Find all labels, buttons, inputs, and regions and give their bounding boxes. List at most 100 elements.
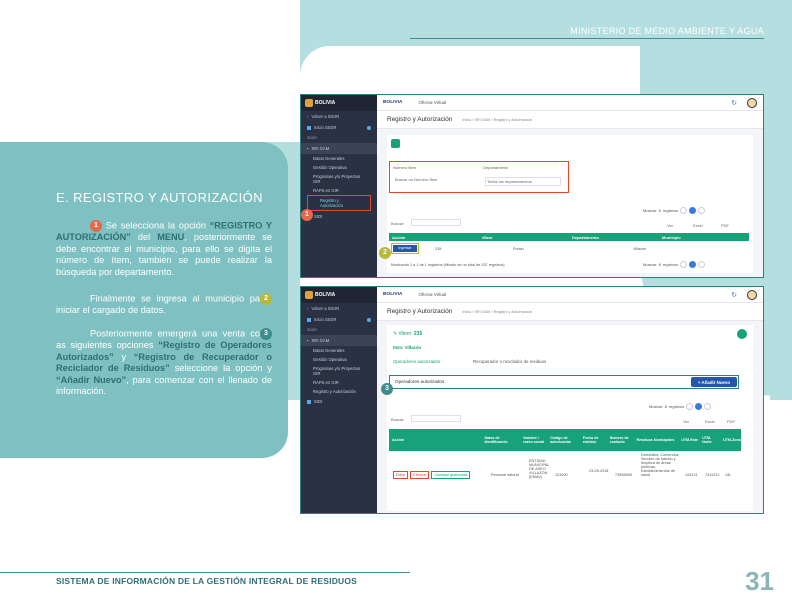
- breadcrumb: Inicio / SRI GAM / Registro y Autorizaci…: [462, 309, 533, 314]
- prev-page-button[interactable]: [680, 207, 688, 214]
- paragraph-3: Posteriormente emergerá una venta co 3 as…: [56, 328, 272, 396]
- section-title: E. REGISTRO Y AUTORIZACIÓN: [56, 190, 263, 205]
- row-actions: Editar Eliminar Cantidad gestionada: [393, 471, 471, 479]
- page-button[interactable]: [695, 403, 703, 410]
- search-label: Buscar:: [391, 221, 405, 226]
- avatar[interactable]: [747, 289, 757, 300]
- search-input[interactable]: [411, 219, 461, 226]
- sidebar-item-gestion[interactable]: Gestión Operativa: [301, 355, 377, 364]
- next-page-button[interactable]: [698, 207, 706, 214]
- page-size-control: Mostrar 8 registros: [649, 403, 712, 410]
- print-button[interactable]: [391, 139, 400, 148]
- sidebar-item-sri-gam[interactable]: ▪ SRI GAM: [301, 143, 377, 154]
- paragraph-1: 1 Se selecciona la opción “REGISTRO Y AU…: [56, 220, 272, 277]
- page-size-select[interactable]: 8: [665, 404, 667, 409]
- home-icon: [307, 317, 311, 322]
- search-label: Buscar:: [391, 417, 405, 422]
- page-title: Registro y Autorización: [387, 116, 453, 123]
- add-circle-icon[interactable]: [737, 329, 747, 339]
- table-header: Acción #Ítem Departamento Municipio: [389, 233, 749, 241]
- table-cell: Personal natural: [491, 473, 519, 477]
- quantity-button[interactable]: Cantidad gestionada: [431, 471, 471, 479]
- sidebar-item-programas[interactable]: Programas y/o Proyectos GIR: [301, 172, 377, 186]
- add-new-button[interactable]: + Añadir Nuevo: [691, 377, 737, 387]
- next-page-button[interactable]: [698, 261, 706, 268]
- page-size-select[interactable]: 8: [659, 208, 661, 213]
- view-button[interactable]: Ver: [667, 223, 673, 228]
- page-size-control: Mostrar 8 registros: [643, 261, 706, 268]
- edit-button[interactable]: Editar: [393, 471, 409, 479]
- item-name: Item: Villazón: [393, 345, 422, 350]
- status-dot: [367, 317, 371, 322]
- sidebar-item-home[interactable]: Inicio SIGIR: [301, 122, 377, 133]
- excel-button[interactable]: Excel: [705, 419, 715, 424]
- pdf-button[interactable]: PDF: [727, 419, 735, 424]
- chevron-left-icon: ‹: [307, 114, 309, 119]
- table-cell: 7411222: [705, 473, 720, 477]
- sidebar-item-back[interactable]: ‹ Volver a SIGIR: [301, 111, 377, 122]
- department-label: Departamento: [483, 165, 509, 170]
- next-page-button[interactable]: [704, 403, 712, 410]
- table-cell: 123200: [555, 473, 568, 477]
- page-button[interactable]: [689, 207, 697, 214]
- tab-operadores[interactable]: Operadores autorizados: [393, 359, 440, 364]
- excel-button[interactable]: Excel: [693, 223, 703, 228]
- folder-icon: ▪: [307, 338, 309, 343]
- page-size-select[interactable]: 8: [659, 262, 661, 267]
- refresh-icon[interactable]: ↻: [731, 291, 737, 299]
- brand-logo: BOLIVIA: [301, 95, 377, 111]
- prev-page-button[interactable]: [680, 261, 688, 268]
- view-button[interactable]: Ver: [683, 419, 689, 424]
- prev-page-button[interactable]: [686, 403, 694, 410]
- table-cell: 193121: [685, 473, 698, 477]
- item-number: ✎ #Ítem: 235: [393, 331, 423, 337]
- delete-button[interactable]: Eliminar: [410, 471, 430, 479]
- sidebar-item-datos[interactable]: Datos Generales: [301, 346, 377, 355]
- sidebar-item-raps[interactable]: RAPS en GIR: [301, 378, 377, 387]
- sidebar-section-label: SIGIR: [307, 136, 317, 140]
- page-number: 31: [745, 566, 774, 596]
- bolivia-flag-icon: [305, 291, 313, 299]
- marker-2: 2: [379, 247, 391, 259]
- sidebar-item-registro[interactable]: Registro y Autorización: [301, 387, 377, 396]
- sidebar-item-sri-gam[interactable]: ▪ SRI GAM: [301, 335, 377, 346]
- home-icon: [307, 399, 311, 404]
- page-button[interactable]: [689, 261, 697, 268]
- sidebar-item-sidi[interactable]: SIDI: [301, 396, 377, 407]
- table-cell: Domicilios, Comercios, Servicio de barri…: [641, 453, 680, 477]
- sidebar-item-programas[interactable]: Programas y/o Proyectos GIR: [301, 364, 377, 378]
- page-size-control: Mostrar 8 registros: [643, 207, 706, 214]
- sidebar: BOLIVIA ‹ Volver a SIGIR Inicio SIGIR SIG…: [301, 95, 377, 277]
- marker-2: 2: [260, 293, 272, 305]
- oficina-virtual-link[interactable]: Oficina Virtual: [418, 292, 446, 297]
- sidebar-item-back[interactable]: ‹ Volver a SIGIR: [301, 303, 377, 314]
- enter-button[interactable]: Ingresar: [391, 243, 419, 254]
- table-cell: 19L: [725, 473, 732, 477]
- sidebar-section-label: SIGIR: [307, 328, 317, 332]
- sidebar-item-gestion[interactable]: Gestión Operativa: [301, 163, 377, 172]
- table-header: Acción Datos de Identificación Nombre / …: [389, 429, 741, 451]
- avatar[interactable]: [747, 97, 757, 108]
- paragraph-2: Finalmente se ingresa al municipio pa 2 i…: [56, 293, 272, 317]
- table-cell: 235: [435, 247, 442, 251]
- bolivia-flag-icon: [305, 99, 313, 107]
- tab-recuperador[interactable]: Recuperador o reciclador de residuos: [473, 359, 546, 364]
- page-header: Registro y Autorización Inicio / SRI GAM…: [377, 303, 763, 321]
- page-title: Registro y Autorización: [387, 308, 453, 315]
- marker-1: 1: [301, 209, 313, 221]
- sidebar-item-datos[interactable]: Datos Generales: [301, 154, 377, 163]
- background-cut: [0, 0, 300, 142]
- department-select[interactable]: Todos los departamentos: [485, 177, 561, 186]
- home-icon: [307, 125, 311, 130]
- oficina-virtual-link[interactable]: Oficina Virtual: [418, 100, 446, 105]
- sidebar-item-home[interactable]: Inicio SIGIR: [301, 314, 377, 325]
- header-rule: [410, 38, 764, 39]
- table-cell: Villazón: [633, 247, 647, 251]
- refresh-icon[interactable]: ↻: [731, 99, 737, 107]
- marker-3: 3: [381, 383, 393, 395]
- item-number-input[interactable]: Buscar un Número Ítem: [395, 177, 437, 182]
- search-input[interactable]: [411, 415, 461, 422]
- pdf-button[interactable]: PDF: [721, 223, 729, 228]
- sidebar-item-raps[interactable]: RAPS en GIR: [301, 186, 377, 195]
- sidebar-item-registro[interactable]: Registro y Autorización: [307, 195, 371, 211]
